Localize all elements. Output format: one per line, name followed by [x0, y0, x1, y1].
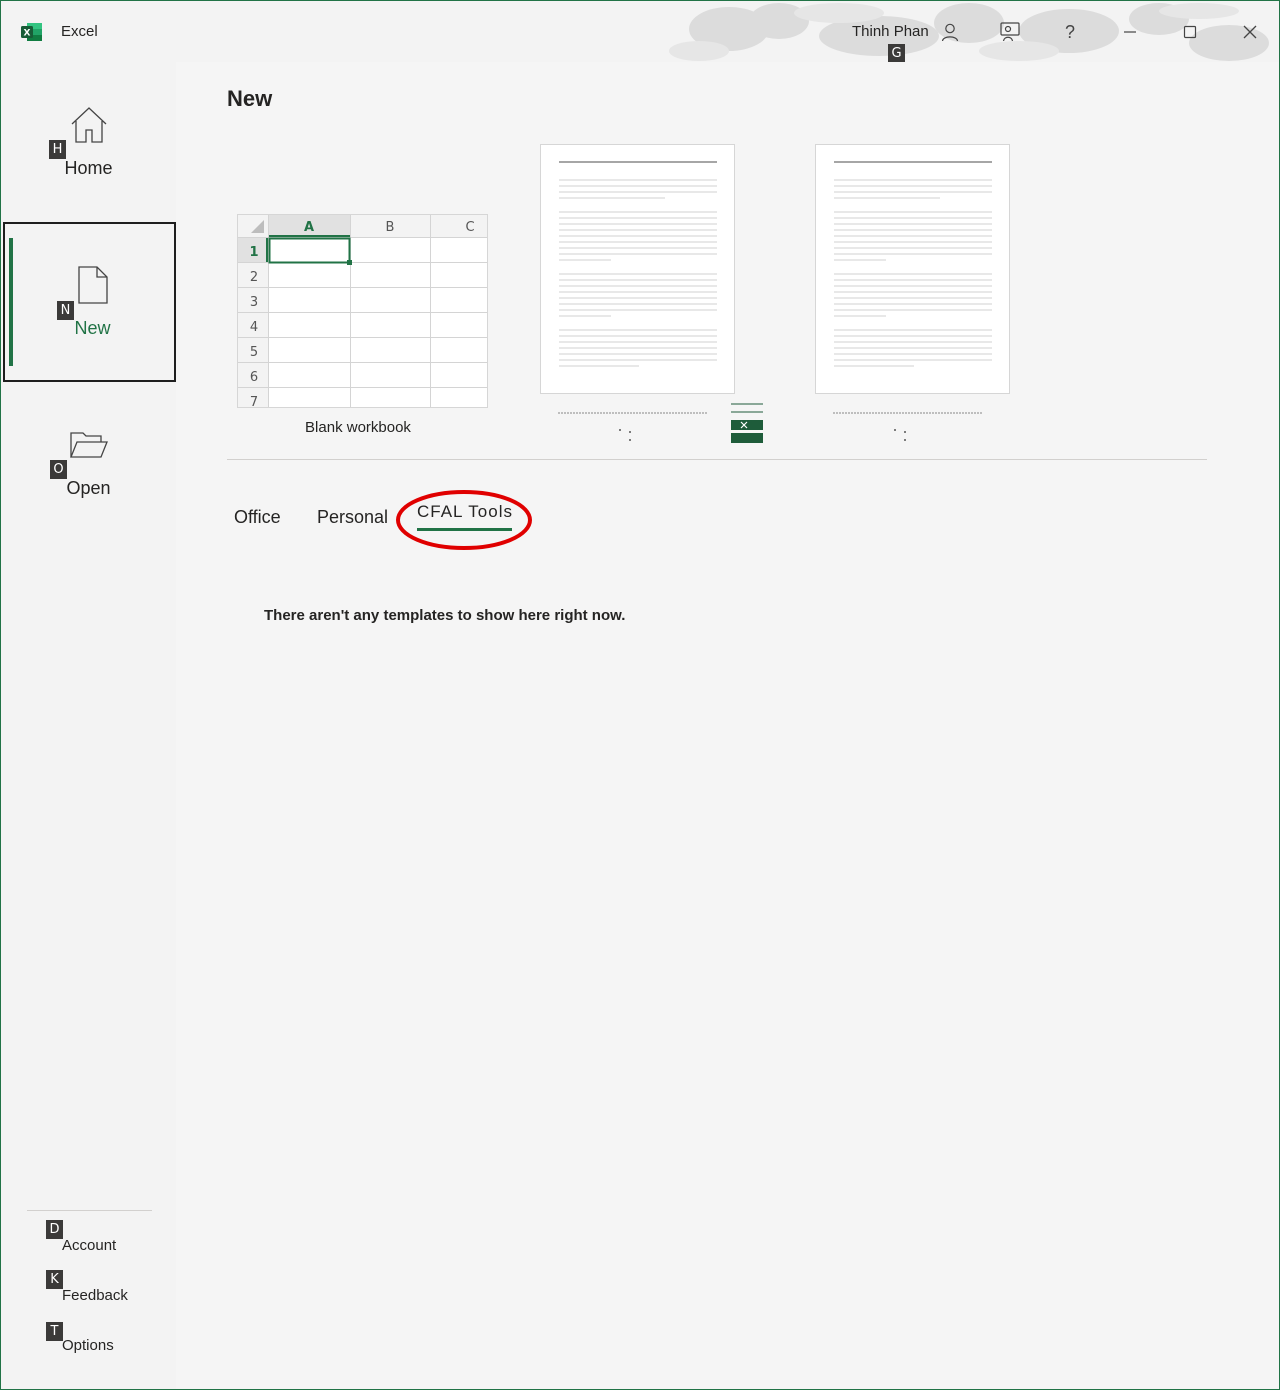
help-button[interactable]: ? — [1055, 17, 1085, 47]
excel-file-badge-icon — [731, 403, 763, 443]
template-caption-2 — [833, 412, 983, 441]
blank-workbook-label[interactable]: Blank workbook — [237, 419, 479, 436]
sidebar-item-feedback[interactable]: Feedback — [62, 1287, 128, 1304]
blank-workbook-thumbnail[interactable]: A B C 1 2 3 4 5 6 7 — [237, 214, 488, 408]
tab-office[interactable]: Office — [234, 507, 281, 528]
row-header: 2 — [250, 270, 258, 285]
sidebar-item-label: New — [74, 318, 111, 338]
row-header: 4 — [250, 320, 258, 335]
tab-personal[interactable]: Personal — [317, 507, 388, 528]
minimize-icon — [1124, 31, 1136, 33]
row-header: 6 — [250, 370, 258, 385]
section-divider — [227, 459, 1207, 460]
column-header-c: C — [465, 220, 474, 235]
row-header: 1 — [249, 245, 258, 260]
keytip-open: O — [50, 460, 67, 479]
sidebar-item-new[interactable]: N New — [3, 222, 176, 382]
help-icon: ? — [1064, 21, 1075, 42]
excel-logo-icon: X — [21, 23, 42, 41]
sidebar-item-open[interactable]: O Open — [1, 382, 176, 542]
sidebar-item-label: Open — [66, 478, 111, 498]
sidebar-divider — [27, 1210, 152, 1211]
maximize-button[interactable] — [1175, 17, 1205, 47]
account-button[interactable] — [935, 17, 965, 47]
maximize-icon — [1183, 25, 1197, 39]
document-preview — [559, 161, 717, 367]
spreadsheet-grid-preview: A B C 1 2 3 4 5 6 7 — [238, 215, 487, 408]
sidebar-item-label: Home — [64, 158, 113, 178]
svg-text:X: X — [24, 29, 31, 39]
sidebar-item-home[interactable]: H Home — [1, 62, 176, 222]
sidebar-item-account[interactable]: Account — [62, 1237, 116, 1254]
excel-window: X Excel Thinh Phan G ? H Home N New O Op… — [0, 0, 1280, 1390]
home-icon — [71, 107, 107, 143]
document-preview — [834, 161, 992, 367]
minimize-button[interactable] — [1115, 17, 1145, 47]
red-annotation-circle — [396, 490, 532, 550]
open-folder-icon — [70, 432, 108, 458]
close-button[interactable] — [1235, 17, 1265, 47]
keytip-home: H — [49, 140, 66, 159]
sidebar-item-options[interactable]: Options — [62, 1337, 114, 1354]
row-header: 5 — [250, 345, 258, 360]
page-title: New — [227, 86, 273, 111]
column-header-b: B — [386, 220, 395, 235]
person-icon — [941, 23, 959, 42]
template-thumbnail-1[interactable] — [540, 144, 735, 394]
app-title: Excel — [61, 23, 98, 40]
template-caption-1 — [558, 412, 708, 441]
keytip-options: T — [46, 1322, 63, 1341]
keytip-feedback: K — [46, 1270, 63, 1289]
active-indicator — [9, 238, 13, 366]
coauthor-button[interactable] — [995, 17, 1025, 47]
row-header: 7 — [250, 395, 258, 408]
empty-templates-message: There aren't any templates to show here … — [264, 607, 626, 624]
user-name[interactable]: Thinh Phan — [852, 23, 929, 40]
row-header: 3 — [250, 295, 258, 310]
backstage-sidebar: H Home N New O Open D Account K Feedback… — [1, 62, 176, 1389]
main-content: New A B C 1 2 3 4 5 6 7 Blank workbook O… — [176, 62, 1279, 1389]
template-thumbnail-2[interactable] — [815, 144, 1010, 394]
new-document-icon — [78, 266, 108, 304]
column-header-a: A — [304, 220, 314, 235]
present-person-icon — [1000, 22, 1020, 42]
keytip-user: G — [888, 44, 905, 62]
close-icon — [1243, 25, 1257, 39]
title-bar: X Excel Thinh Phan G ? — [1, 1, 1279, 62]
keytip-account: D — [46, 1220, 63, 1239]
